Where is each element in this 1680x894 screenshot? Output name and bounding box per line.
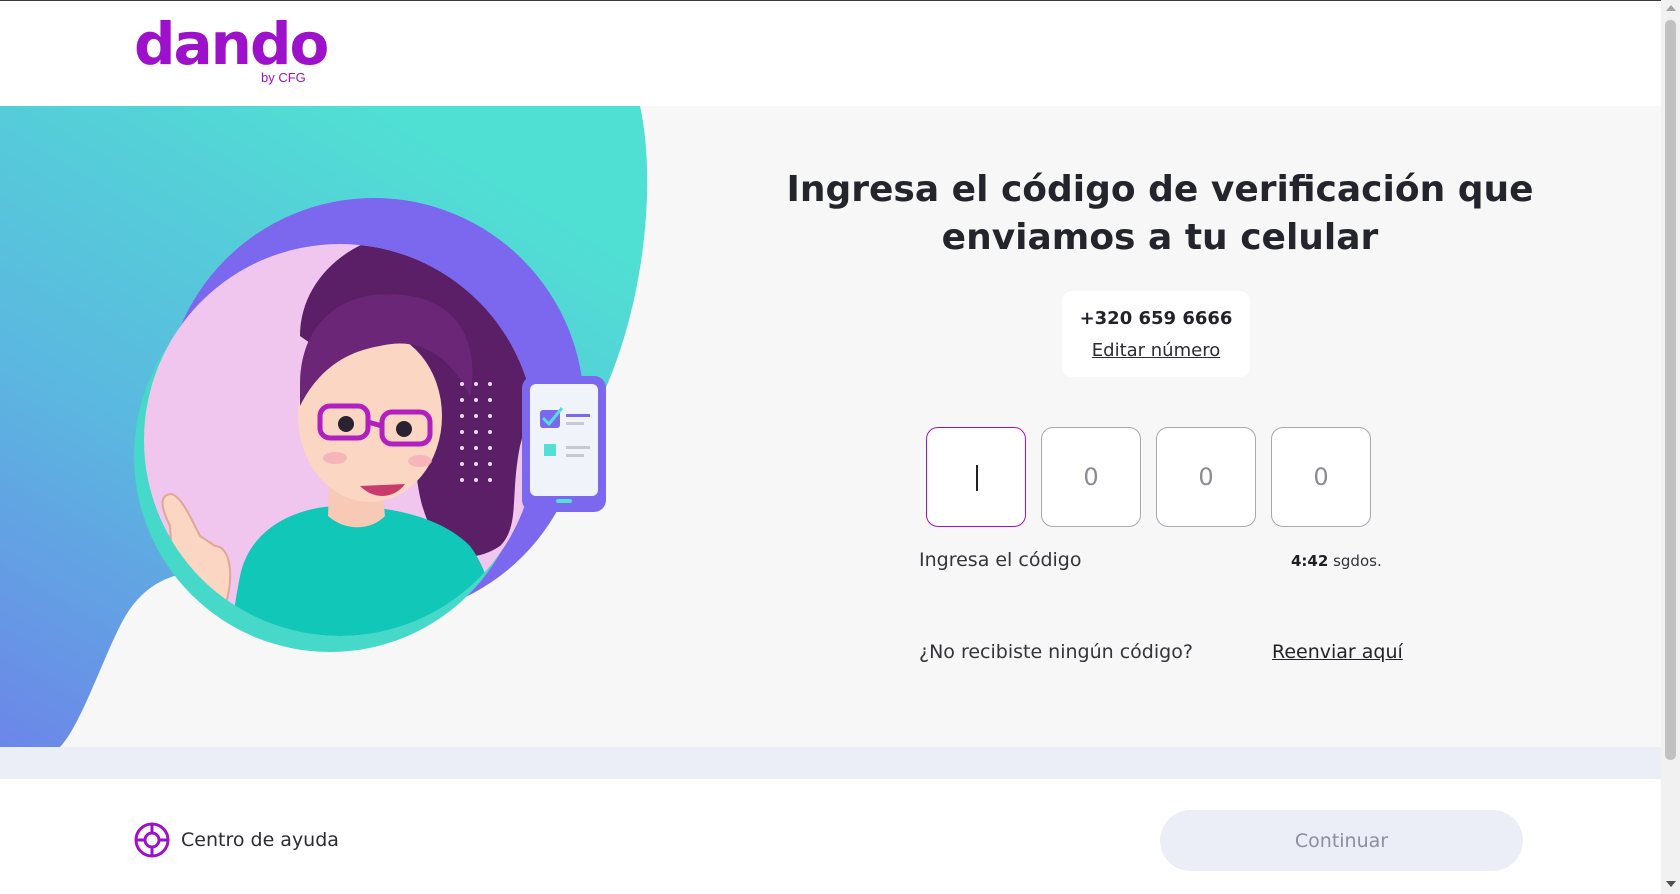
- continue-button[interactable]: Continuar: [1160, 810, 1523, 871]
- code-digit-2-input[interactable]: 0: [1041, 427, 1141, 527]
- title-line-2: enviamos a tu celular: [941, 217, 1379, 258]
- countdown-timer: 4:42 sgdos.: [1291, 552, 1382, 570]
- footer: Centro de ayuda Continuar: [0, 779, 1661, 894]
- lifebuoy-icon: [134, 822, 170, 858]
- woman-with-phone-illustration: dando: [0, 106, 648, 747]
- logo-wordmark: dando: [134, 10, 329, 78]
- verification-form: Ingresa el código de verificación que en…: [760, 106, 1560, 747]
- timer-value: 4:42: [1291, 552, 1329, 570]
- shirt-logo-text: dando: [280, 682, 448, 738]
- text-caret: [976, 465, 978, 491]
- resend-question: ¿No recibiste ningún código?: [919, 641, 1193, 663]
- main-panel: dando Ingresa el código de verificación …: [0, 106, 1661, 747]
- page-title: Ingresa el código de verificación que en…: [760, 166, 1560, 262]
- code-digit-4-placeholder: 0: [1313, 463, 1329, 491]
- code-digit-2-placeholder: 0: [1083, 463, 1099, 491]
- code-digit-3-input[interactable]: 0: [1156, 427, 1256, 527]
- help-center-link[interactable]: Centro de ayuda: [134, 822, 339, 858]
- logo-tagline: by CFG: [261, 70, 306, 85]
- code-digit-4-input[interactable]: 0: [1271, 427, 1371, 527]
- dando-logo[interactable]: dando by CFG: [134, 10, 329, 89]
- vertical-scrollbar[interactable]: [1661, 0, 1680, 894]
- scrollbar-thumb[interactable]: [1665, 20, 1676, 760]
- resend-code-link[interactable]: Reenviar aquí: [1272, 641, 1403, 663]
- hero-illustration: dando: [0, 106, 660, 747]
- edit-number-link[interactable]: Editar número: [1092, 340, 1220, 361]
- help-center-label: Centro de ayuda: [181, 829, 339, 851]
- scroll-up-arrow-icon[interactable]: [1666, 5, 1676, 11]
- code-digit-1-input[interactable]: [926, 427, 1026, 527]
- phone-number-card: +320 659 6666 Editar número: [1062, 291, 1250, 377]
- code-digit-3-placeholder: 0: [1198, 463, 1214, 491]
- code-hint-label: Ingresa el código: [919, 549, 1082, 571]
- timer-unit: sgdos.: [1333, 552, 1382, 570]
- title-line-1: Ingresa el código de verificación que: [786, 169, 1534, 210]
- header: dando by CFG: [0, 1, 1661, 106]
- scroll-down-arrow-icon[interactable]: [1666, 881, 1676, 887]
- phone-number: +320 659 6666: [1079, 308, 1233, 329]
- footer-divider-strip: [0, 747, 1661, 779]
- code-input-group: 0 0 0: [926, 427, 1376, 527]
